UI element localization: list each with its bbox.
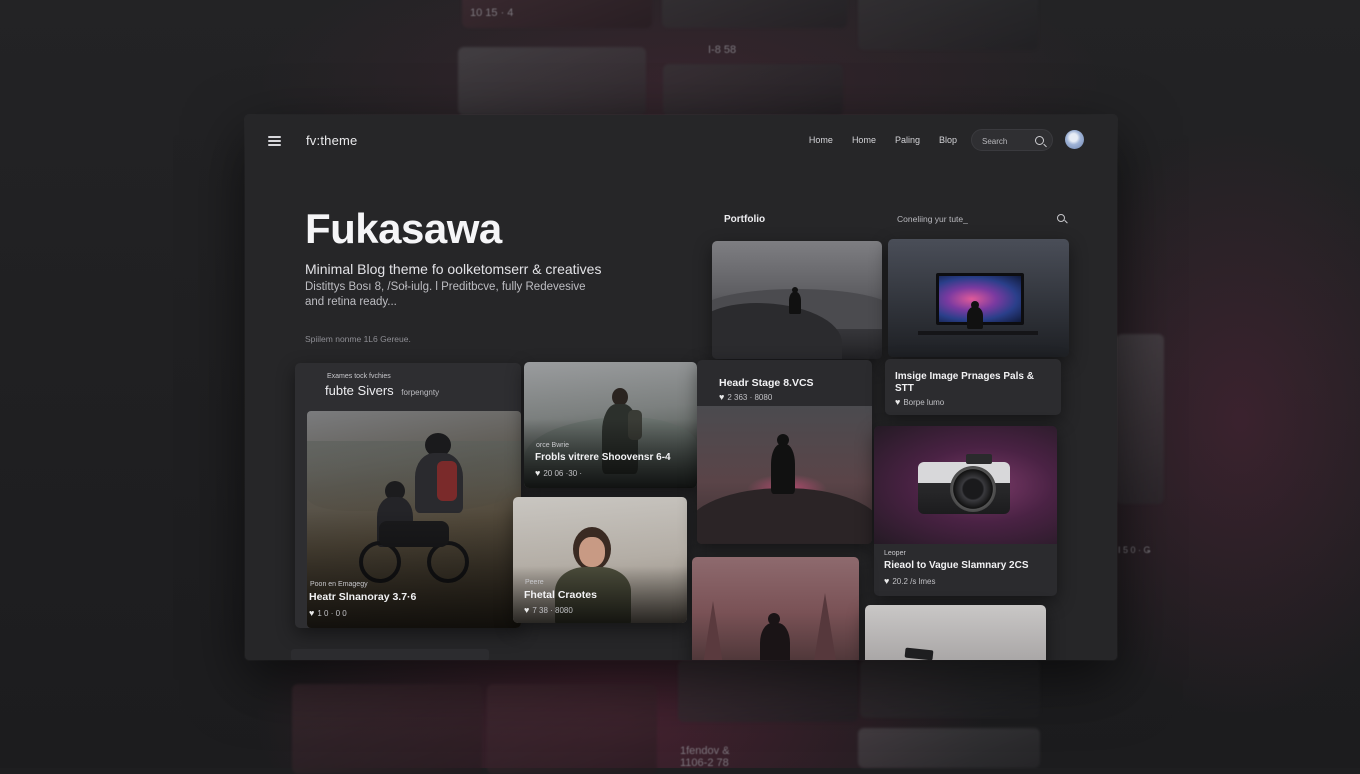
portrait-post-card[interactable]: Peere Fhetal Craotes ♥7 38 · 8080: [513, 497, 687, 623]
forest-photo: [692, 557, 859, 660]
menu-icon[interactable]: [268, 136, 281, 146]
site-logo[interactable]: fv:theme: [306, 133, 357, 148]
top-bar: fv:theme Home Home Paling Blop: [245, 115, 1117, 167]
bg-tile: [860, 660, 1040, 718]
portfolio-card-mountain-top[interactable]: [712, 241, 882, 359]
bg-tile: [1116, 334, 1164, 504]
card-meta: ♥20 06 ·30 ·: [535, 468, 582, 478]
bg-caption: 1106-2 78: [680, 757, 729, 769]
card-meta: ♥20.2 /s lmes: [884, 576, 935, 586]
portfolio-card-walker[interactable]: Headr Stage 8.VCS ♥2 363 · 8080: [697, 360, 872, 544]
avatar[interactable]: [1065, 130, 1084, 149]
card-category: Poon en Emagegy: [310, 581, 368, 588]
walker-photo: [697, 406, 872, 544]
card-category: Leoper: [884, 550, 906, 557]
bg-tile: [292, 684, 482, 774]
hero-title: Fukasawa: [305, 205, 502, 253]
camera-photo: [874, 426, 1057, 544]
heart-icon[interactable]: ♥: [524, 605, 529, 615]
mountain-photo: [712, 241, 882, 359]
search-icon[interactable]: [1035, 136, 1044, 145]
hiker-post-card[interactable]: orce Bwrie Frobls vitrere Shoovensr 6-4 …: [524, 362, 697, 488]
heart-icon[interactable]: ♥: [884, 576, 889, 586]
filter-field[interactable]: Coneliing yur tute_: [897, 214, 968, 224]
nav-item-home-2[interactable]: Home: [852, 135, 876, 145]
search-input[interactable]: [980, 134, 1040, 148]
card-title[interactable]: Headr Stage 8.VCS: [719, 377, 814, 389]
card-heading: fubte Sivers forpengnty: [325, 383, 439, 398]
nav-item-paling[interactable]: Paling: [895, 135, 920, 145]
search-box[interactable]: [971, 129, 1053, 151]
hero-meta: Spiilem nonme 1L6 Gereue.: [305, 334, 411, 344]
card-meta: ♥Borpe lumo: [895, 397, 944, 407]
card-category: orce Bwrie: [536, 442, 569, 449]
bg-tile: [678, 660, 858, 722]
heart-icon[interactable]: ♥: [309, 608, 314, 618]
card-title[interactable]: Imsige Image Prnages Pals & STT: [895, 371, 1055, 395]
card-title[interactable]: Fhetal Craotes: [524, 589, 597, 601]
card-category: Peere: [525, 579, 544, 586]
bg-caption: I 5 0 · Ǥ: [1118, 545, 1151, 555]
portfolio-heading: Portfolio: [724, 214, 765, 225]
partial-card: [291, 649, 489, 660]
bg-tile: [858, 0, 1038, 50]
portfolio-card-image-pages[interactable]: Imsige Image Prnages Pals & STT ♥Borpe l…: [885, 359, 1061, 415]
bg-tile: [663, 64, 843, 116]
card-title[interactable]: Heatr Slnanoray 3.7·6: [309, 591, 416, 603]
monitor-photo: [888, 239, 1069, 357]
bg-tile: [458, 47, 646, 115]
featured-post-card[interactable]: Exames tock fvchies fubte Sivers forpeng…: [295, 363, 521, 628]
bg-caption: 1fendov &: [680, 745, 730, 757]
nav-item-blop[interactable]: Blop: [939, 135, 957, 145]
hero-description: Distittys Bosı 8, /Soł-iulg. l Preditbcv…: [305, 280, 605, 310]
heart-icon[interactable]: ♥: [895, 397, 900, 407]
bg-caption: 10 15 · 4: [470, 7, 513, 19]
portfolio-card-camera[interactable]: Leoper Rieaol to Vague Slamnary 2CS ♥20.…: [874, 426, 1057, 596]
portfolio-card-forest[interactable]: [692, 557, 859, 660]
heart-icon[interactable]: ♥: [535, 468, 540, 478]
nav-item-home[interactable]: Home: [809, 135, 833, 145]
bg-tile: [662, 0, 847, 28]
bg-caption: I-8 58: [708, 44, 736, 56]
heart-icon[interactable]: ♥: [719, 392, 724, 402]
main-nav: Home Home Paling Blop: [790, 135, 957, 145]
portfolio-card-light[interactable]: [865, 605, 1046, 660]
card-title[interactable]: Rieaol to Vague Slamnary 2CS: [884, 560, 1029, 571]
card-meta: ♥1 0 · 0 0: [309, 608, 347, 618]
card-meta: ♥7 38 · 8080: [524, 605, 573, 615]
card-eyebrow: Exames tock fvchies: [327, 373, 391, 380]
hero-subtitle: Minimal Blog theme fo oolketomserr & cre…: [305, 261, 601, 277]
card-title[interactable]: Frobls vitrere Shoovensr 6-4: [535, 452, 671, 463]
search-icon[interactable]: [1057, 214, 1065, 222]
theme-preview-window: fv:theme Home Home Paling Blop Fukasawa …: [245, 115, 1117, 660]
portfolio-card-monitor[interactable]: [888, 239, 1069, 357]
card-meta: ♥2 363 · 8080: [719, 392, 772, 402]
bg-tile: [858, 728, 1040, 768]
bg-tile: [487, 684, 657, 774]
